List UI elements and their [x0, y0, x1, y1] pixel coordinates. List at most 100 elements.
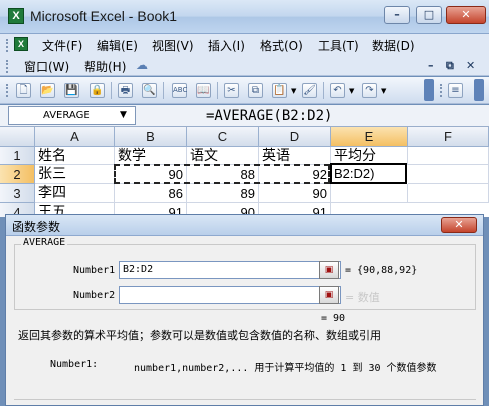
- restore-button[interactable]: □: [416, 6, 442, 24]
- redo-dropdown-icon[interactable]: ▼: [381, 87, 386, 95]
- menu-insert[interactable]: 插入(I): [208, 37, 245, 54]
- cell-e3[interactable]: [331, 184, 408, 203]
- number1-result: = {90,88,92}: [345, 265, 418, 276]
- menu-window[interactable]: 窗口(W): [24, 58, 69, 75]
- help-cloud-icon[interactable]: ☁: [136, 58, 148, 72]
- column-header-a[interactable]: A: [35, 127, 115, 147]
- toolbar-separator: [217, 82, 218, 99]
- select-all-corner[interactable]: [0, 127, 35, 147]
- menu-data[interactable]: 数据(D): [372, 37, 415, 54]
- cell-a2[interactable]: 张三: [35, 165, 115, 184]
- number2-result: = 数值: [345, 291, 380, 304]
- close-button[interactable]: ✕: [446, 6, 486, 24]
- cell-c1[interactable]: 语文: [187, 147, 259, 165]
- menu-grip-2[interactable]: [6, 60, 10, 73]
- function-arguments-dialog: 函数参数 ✕ AVERAGE Number1 B2:D2 ▣ = {90,88,…: [5, 214, 484, 406]
- menu-grip[interactable]: [6, 39, 10, 52]
- paste-icon[interactable]: 📋: [272, 83, 287, 98]
- copy-icon[interactable]: ⧉: [248, 83, 263, 98]
- cell-b3[interactable]: 86: [115, 184, 187, 203]
- toolbar-separator: [163, 82, 164, 99]
- formula-bar: AVERAGE ▼ =AVERAGE(B2:D2): [0, 105, 489, 127]
- function-name-label: AVERAGE: [21, 237, 68, 248]
- collapse-dialog-icon[interactable]: ▣: [319, 261, 339, 279]
- formula-result: = 90: [321, 313, 346, 324]
- undo-icon[interactable]: ↶: [330, 83, 345, 98]
- redo-icon[interactable]: ↷: [362, 83, 377, 98]
- column-header-e[interactable]: E: [331, 127, 408, 147]
- undo-dropdown-icon[interactable]: ▼: [349, 87, 354, 95]
- toolbar-grip[interactable]: [6, 84, 10, 97]
- argument-description-text: number1,number2,... 用于计算平均值的 1 到 30 个数值参…: [134, 363, 437, 374]
- cell-f3[interactable]: [408, 184, 489, 203]
- row-header-3[interactable]: 3: [0, 184, 35, 203]
- minimize-button[interactable]: –: [384, 6, 410, 24]
- dialog-title: 函数参数: [12, 220, 61, 234]
- dialog-title-bar[interactable]: 函数参数 ✕: [6, 215, 483, 236]
- cell-a1[interactable]: 姓名: [35, 147, 115, 165]
- workbook-icon[interactable]: X: [14, 37, 28, 51]
- paste-dropdown-icon[interactable]: ▼: [291, 87, 296, 95]
- open-icon[interactable]: 📂: [40, 83, 55, 98]
- row-header-2[interactable]: 2: [0, 165, 35, 184]
- toolbar-grip-2[interactable]: [440, 84, 444, 97]
- menu-file[interactable]: 文件(F): [42, 37, 82, 54]
- print-icon[interactable]: 🖶: [118, 83, 133, 98]
- menu-tools[interactable]: 工具(T): [318, 37, 359, 54]
- menu-edit[interactable]: 编辑(E): [97, 37, 138, 54]
- active-cell-e2[interactable]: B2:D2): [330, 163, 407, 184]
- number1-label: Number1: [73, 265, 116, 276]
- cell-d3[interactable]: 90: [259, 184, 331, 203]
- cell-f1[interactable]: [408, 147, 489, 165]
- dialog-footer-divider: [14, 399, 476, 406]
- cell-f2[interactable]: [408, 165, 489, 184]
- column-header-d[interactable]: D: [259, 127, 331, 147]
- number1-input[interactable]: B2:D2: [119, 261, 341, 279]
- toolbar-options-icon-2[interactable]: [474, 79, 484, 101]
- mdi-minimize-button[interactable]: –: [428, 59, 434, 72]
- cell-c3[interactable]: 89: [187, 184, 259, 203]
- permission-icon[interactable]: 🔒: [90, 83, 105, 98]
- cut-icon[interactable]: ✂: [224, 83, 239, 98]
- save-icon[interactable]: 💾: [64, 83, 79, 98]
- format-painter-icon[interactable]: 🖌: [302, 83, 317, 98]
- formula-input[interactable]: =AVERAGE(B2:D2): [206, 108, 332, 124]
- cell-d1[interactable]: 英语: [259, 147, 331, 165]
- excel-app-icon: X: [8, 8, 24, 24]
- standard-toolbar: 🗋 📂 💾 🔒 🖶 🔍 ABC 📖 ✂ ⧉ 📋 ▼ 🖌 ↶ ▼ ↷ ▼ ≡: [0, 77, 489, 104]
- spelling-icon[interactable]: ABC: [172, 83, 187, 98]
- excel-window: X Microsoft Excel - Book1 – □ ✕ X 文件(F) …: [0, 0, 489, 406]
- cell-b1[interactable]: 数学: [115, 147, 187, 165]
- toolbar-separator: [111, 82, 112, 99]
- align-icon[interactable]: ≡: [448, 83, 463, 98]
- window-title: Microsoft Excel - Book1: [30, 8, 178, 24]
- argument-description-name: Number1:: [50, 359, 99, 370]
- column-header-b[interactable]: B: [115, 127, 187, 147]
- function-description: 返回其参数的算术平均值；参数可以是数值或包含数值的名称、数组或引用: [18, 329, 381, 342]
- toolbar-separator: [323, 82, 324, 99]
- name-box[interactable]: AVERAGE: [8, 106, 136, 125]
- menu-row-1: X 文件(F) 编辑(E) 视图(V) 插入(I) 格式(O) 工具(T) 数据…: [0, 34, 489, 55]
- menu-bar: X 文件(F) 编辑(E) 视图(V) 插入(I) 格式(O) 工具(T) 数据…: [0, 34, 489, 76]
- column-header-c[interactable]: C: [187, 127, 259, 147]
- name-box-dropdown-icon[interactable]: ▼: [120, 110, 127, 120]
- column-header-f[interactable]: F: [408, 127, 489, 147]
- new-icon[interactable]: 🗋: [16, 83, 31, 98]
- cell-a3[interactable]: 李四: [35, 184, 115, 203]
- toolbar-options-icon[interactable]: [424, 79, 434, 101]
- worksheet-grid[interactable]: A B C D E F 1 2 3 4 姓名 数学 语文 英语 平均分 张三 9…: [0, 127, 489, 217]
- research-icon[interactable]: 📖: [196, 83, 211, 98]
- title-bar: X Microsoft Excel - Book1 – □ ✕: [0, 0, 489, 34]
- arguments-group: AVERAGE Number1 B2:D2 ▣ = {90,88,92} Num…: [14, 237, 476, 310]
- row-header-1[interactable]: 1: [0, 147, 35, 165]
- print-preview-icon[interactable]: 🔍: [142, 83, 157, 98]
- mdi-close-button[interactable]: ✕: [466, 59, 475, 72]
- menu-format[interactable]: 格式(O): [260, 37, 303, 54]
- number2-input[interactable]: [119, 286, 341, 304]
- menu-help[interactable]: 帮助(H): [84, 58, 126, 75]
- collapse-dialog-icon[interactable]: ▣: [319, 286, 339, 304]
- dialog-close-button[interactable]: ✕: [441, 217, 477, 233]
- mdi-restore-button[interactable]: ⧉: [446, 59, 454, 73]
- number2-label: Number2: [73, 290, 116, 301]
- menu-view[interactable]: 视图(V): [152, 37, 194, 54]
